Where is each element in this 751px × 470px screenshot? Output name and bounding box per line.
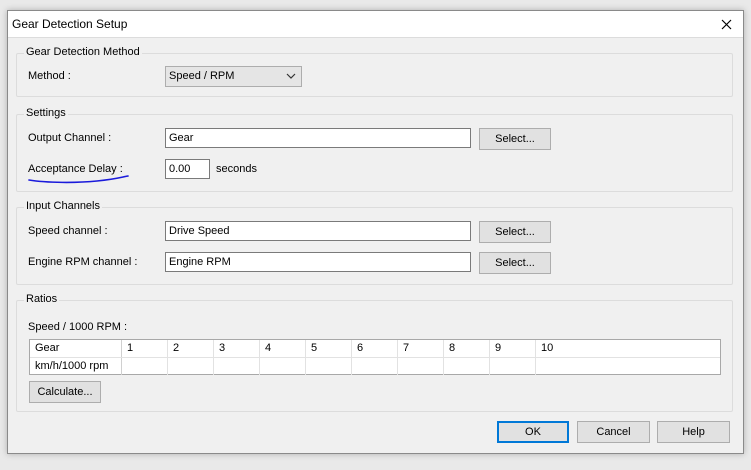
output-channel-field[interactable]: Gear (165, 128, 471, 148)
gear-row-header: Gear (30, 340, 122, 357)
calculate-label: Calculate... (37, 386, 93, 398)
gear-header-row: Gear 1 2 3 4 5 6 7 8 9 10 (30, 340, 720, 358)
gear-column-8: 8 (444, 340, 490, 357)
ratio-cell-9[interactable] (490, 358, 536, 375)
delay-unit-label: seconds (216, 163, 257, 175)
output-select-button[interactable]: Select... (479, 128, 551, 150)
annotation-underline-mark (28, 175, 129, 184)
acceptance-delay-field[interactable]: 0.00 (165, 159, 210, 179)
speed-select-label: Select... (495, 226, 535, 238)
engine-rpm-label: Engine RPM channel : (28, 256, 138, 268)
acceptance-delay-value: 0.00 (169, 163, 191, 175)
ratio-cell-10[interactable] (536, 358, 720, 375)
ok-label: OK (525, 426, 541, 438)
gear-column-1: 1 (122, 340, 168, 357)
speed-channel-label: Speed channel : (28, 225, 108, 237)
dialog-title: Gear Detection Setup (12, 17, 128, 31)
gear-column-2: 2 (168, 340, 214, 357)
speed-channel-field[interactable]: Drive Speed (165, 221, 471, 241)
method-select[interactable]: Speed / RPM (165, 66, 302, 87)
close-icon (721, 19, 731, 29)
ratios-group-title: Ratios (24, 293, 60, 305)
gear-column-5: 5 (306, 340, 352, 357)
gear-column-4: 4 (260, 340, 306, 357)
rpm-select-label: Select... (495, 257, 535, 269)
ratio-cell-7[interactable] (398, 358, 444, 375)
method-label: Method : (28, 70, 71, 82)
gear-column-3: 3 (214, 340, 260, 357)
cancel-button[interactable]: Cancel (577, 421, 650, 443)
gear-column-9: 9 (490, 340, 536, 357)
ratio-cell-5[interactable] (306, 358, 352, 375)
output-select-label: Select... (495, 133, 535, 145)
gear-column-6: 6 (352, 340, 398, 357)
ratio-cell-6[interactable] (352, 358, 398, 375)
ratio-row-header: km/h/1000 rpm (30, 358, 122, 375)
ratio-values-row: km/h/1000 rpm (30, 358, 720, 375)
speed-channel-value: Drive Speed (169, 225, 230, 237)
chevron-down-icon (286, 73, 296, 79)
calculate-button[interactable]: Calculate... (29, 381, 101, 403)
gear-detection-dialog: Gear Detection Setup Gear Detection Meth… (7, 10, 744, 454)
settings-group-title: Settings (24, 107, 68, 119)
output-channel-label: Output Channel : (28, 132, 112, 144)
ratio-cell-2[interactable] (168, 358, 214, 375)
close-button[interactable] (709, 11, 743, 37)
ratio-cell-3[interactable] (214, 358, 260, 375)
ok-button[interactable]: OK (497, 421, 569, 443)
gear-column-7: 7 (398, 340, 444, 357)
engine-rpm-field[interactable]: Engine RPM (165, 252, 471, 272)
rpm-select-button[interactable]: Select... (479, 252, 551, 274)
method-group: Gear Detection Method Method : Speed / R… (16, 46, 733, 97)
title-bar: Gear Detection Setup (8, 11, 743, 38)
ratio-cell-8[interactable] (444, 358, 490, 375)
gear-column-10: 10 (541, 342, 554, 354)
cancel-label: Cancel (596, 426, 631, 438)
method-group-title: Gear Detection Method (24, 46, 142, 58)
ratio-cell-1[interactable] (122, 358, 168, 375)
help-button[interactable]: Help (657, 421, 730, 443)
method-selected-value: Speed / RPM (169, 70, 235, 82)
output-channel-value: Gear (169, 132, 194, 144)
help-label: Help (682, 426, 705, 438)
ratios-subtitle: Speed / 1000 RPM : (28, 321, 128, 333)
ratios-group: Ratios Speed / 1000 RPM : Gear 1 2 3 4 5… (16, 293, 733, 412)
input-group-title: Input Channels (24, 200, 102, 212)
engine-rpm-value: Engine RPM (169, 256, 231, 268)
speed-select-button[interactable]: Select... (479, 221, 551, 243)
ratio-cell-4[interactable] (260, 358, 306, 375)
input-channels-group: Input Channels Speed channel : Drive Spe… (16, 200, 733, 285)
ratios-grid[interactable]: Gear 1 2 3 4 5 6 7 8 9 10 km/h/1000 rpm (29, 339, 721, 375)
